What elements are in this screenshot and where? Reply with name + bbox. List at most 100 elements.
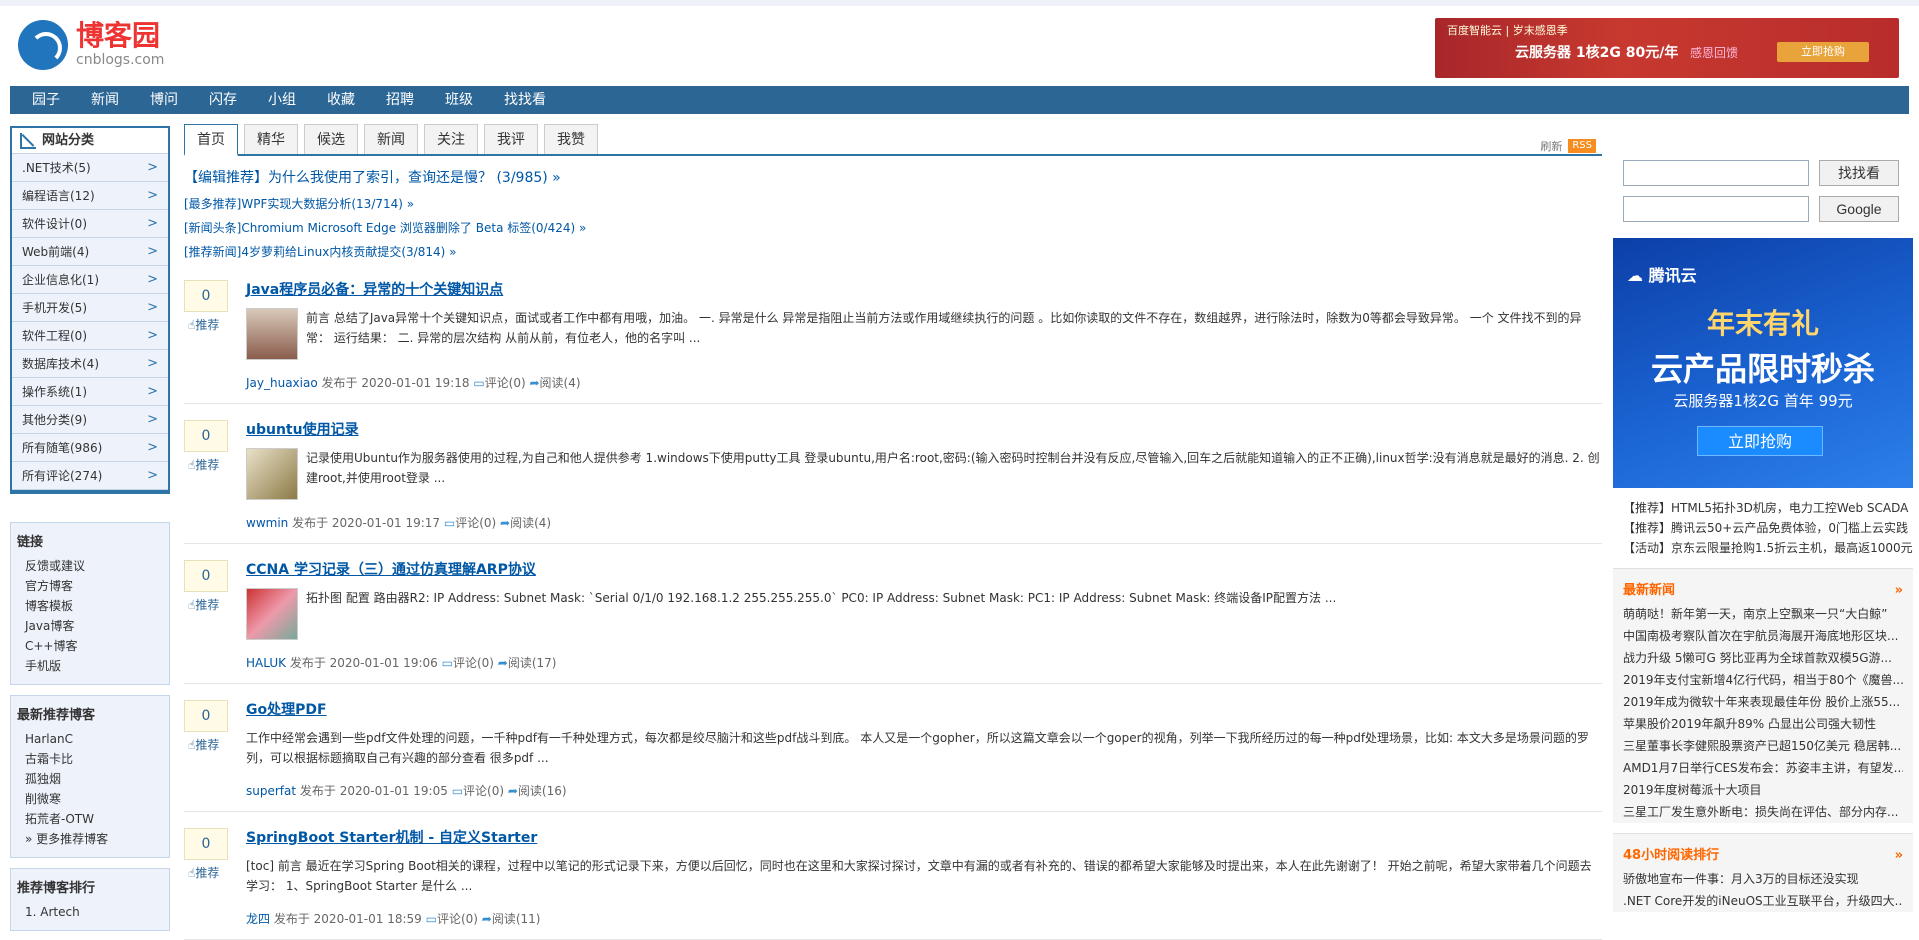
author-avatar[interactable]: [246, 448, 298, 500]
more-news-link[interactable]: »: [1895, 579, 1903, 603]
author-avatar[interactable]: [246, 588, 298, 640]
post-title[interactable]: Java程序员必备：异常的十个关键知识点: [246, 280, 1602, 300]
nav-group[interactable]: 小组: [246, 86, 305, 114]
link-item[interactable]: 手机版: [17, 656, 163, 676]
hot-item[interactable]: 骄傲地宣布一件事：月入3万的目标还没实现: [1623, 868, 1903, 890]
comment-count[interactable]: 评论(0): [453, 656, 494, 670]
post-title[interactable]: SpringBoot Starter机制 - 自定义Starter: [246, 828, 1602, 848]
nav-search[interactable]: 找找看: [482, 86, 555, 114]
news-item[interactable]: 萌萌哒！新年第一天，南京上空飘来一只“大白鲸”: [1623, 603, 1903, 625]
post-author[interactable]: superfat: [246, 784, 296, 798]
news-item[interactable]: 苹果股价2019年飙升89% 凸显出公司强大韧性: [1623, 713, 1903, 735]
nav-class[interactable]: 班级: [423, 86, 482, 114]
google-button[interactable]: Google: [1819, 196, 1899, 222]
recommend-button[interactable]: ☝推荐: [184, 736, 228, 753]
ad-buy-button[interactable]: 立即抢购: [1777, 42, 1869, 62]
category-item[interactable]: 企业信息化(1) >: [12, 266, 168, 294]
site-logo[interactable]: 博客园 cnblogs.com: [18, 20, 164, 70]
news-item[interactable]: 2019年成为微软十年来表现最佳年份 股价上涨55...: [1623, 691, 1903, 713]
blogger-item[interactable]: 拓荒者-OTW: [17, 809, 163, 829]
category-item[interactable]: 编程语言(12) >: [12, 182, 168, 210]
comment-count[interactable]: 评论(0): [485, 376, 526, 390]
refresh-link[interactable]: 刷新: [1540, 138, 1562, 154]
sponsor-link[interactable]: 【推荐】腾讯云50+云产品免费体验，0门槛上云实践: [1623, 518, 1913, 538]
post-author[interactable]: HALUK: [246, 656, 286, 670]
tab-follow[interactable]: 关注: [424, 124, 478, 154]
more-hot-link[interactable]: »: [1895, 844, 1903, 868]
nav-job[interactable]: 招聘: [364, 86, 423, 114]
search-button[interactable]: 找找看: [1819, 160, 1899, 186]
category-item[interactable]: 手机开发(5) >: [12, 294, 168, 322]
blogger-item[interactable]: 孤独烟: [17, 769, 163, 789]
nav-ing[interactable]: 闪存: [187, 86, 246, 114]
sponsor-link[interactable]: 【推荐】HTML5拓扑3D机房，电力工控Web SCADA: [1623, 498, 1913, 518]
rank-item[interactable]: 1. Artech: [17, 902, 163, 922]
tab-candidate[interactable]: 候选: [304, 124, 358, 154]
hot-item[interactable]: .NET Core开发的iNeuOS工业互联平台，升级四大...: [1623, 890, 1903, 912]
recommend-button[interactable]: ☝推荐: [184, 456, 228, 473]
read-count[interactable]: 阅读(4): [540, 376, 581, 390]
editor-pick[interactable]: 【编辑推荐】为什么我使用了索引，查询还是慢？ (3/985) »: [184, 164, 1602, 192]
tab-my-likes[interactable]: 我赞: [544, 124, 598, 154]
nav-fav[interactable]: 收藏: [305, 86, 364, 114]
top-banner-ad[interactable]: 百度智能云 | 岁末感恩季 云服务器 1核2G 80元/年 感恩回馈 立即抢购: [1435, 18, 1899, 78]
category-item[interactable]: 数据库技术(4) >: [12, 350, 168, 378]
tab-my-comments[interactable]: 我评: [484, 124, 538, 154]
category-item[interactable]: 所有随笔(986) >: [12, 434, 168, 462]
category-item[interactable]: 操作系统(1) >: [12, 378, 168, 406]
news-item[interactable]: 中国南极考察队首次在宇航员海展开海底地形区块...: [1623, 625, 1903, 647]
read-count[interactable]: 阅读(11): [492, 912, 541, 926]
pick-item[interactable]: [新闻头条]Chromium Microsoft Edge 浏览器删除了 Bet…: [184, 216, 1602, 240]
nav-qa[interactable]: 博问: [128, 86, 187, 114]
post-title[interactable]: ubuntu使用记录: [246, 420, 1602, 440]
search-input[interactable]: [1623, 160, 1809, 186]
author-avatar[interactable]: [246, 308, 298, 360]
comment-count[interactable]: 评论(0): [463, 784, 504, 798]
pick-item[interactable]: [推荐新闻]4岁萝莉给Linux内核贡献提交(3/814) »: [184, 240, 1602, 264]
link-item[interactable]: C++博客: [17, 636, 163, 656]
category-item[interactable]: .NET技术(5) >: [12, 154, 168, 182]
post-author[interactable]: wwmin: [246, 516, 288, 530]
ad-buy-button[interactable]: 立即抢购: [1697, 426, 1823, 456]
more-bloggers-link[interactable]: » 更多推荐博客: [17, 829, 163, 849]
blogger-item[interactable]: 古霜卡比: [17, 749, 163, 769]
post-title[interactable]: Go处理PDF: [246, 700, 1602, 720]
google-search-input[interactable]: [1623, 196, 1809, 222]
news-item[interactable]: AMD1月7日举行CES发布会：苏姿丰主讲，有望发...: [1623, 757, 1903, 779]
tab-home[interactable]: 首页: [184, 124, 238, 156]
category-item[interactable]: 软件设计(0) >: [12, 210, 168, 238]
comment-count[interactable]: 评论(0): [455, 516, 496, 530]
recommend-button[interactable]: ☝推荐: [184, 316, 228, 333]
blogger-item[interactable]: 削微寒: [17, 789, 163, 809]
category-item[interactable]: 软件工程(0) >: [12, 322, 168, 350]
link-item[interactable]: 反馈或建议: [17, 556, 163, 576]
news-item[interactable]: 2019年支付宝新增4亿行代码，相当于80个《魔兽...: [1623, 669, 1903, 691]
post-author[interactable]: 龙四: [246, 912, 270, 926]
read-count[interactable]: 阅读(17): [508, 656, 557, 670]
comment-count[interactable]: 评论(0): [437, 912, 478, 926]
news-item[interactable]: 三星董事长李健熙股票资产已超150亿美元 稳居韩...: [1623, 735, 1903, 757]
recommend-button[interactable]: ☝推荐: [184, 596, 228, 613]
news-item[interactable]: 战力升级 5懒可G 努比亚再为全球首款双模5G游...: [1623, 647, 1903, 669]
link-item[interactable]: Java博客: [17, 616, 163, 636]
tab-news[interactable]: 新闻: [364, 124, 418, 154]
nav-home[interactable]: 园子: [10, 86, 69, 114]
pick-item[interactable]: [最多推荐]WPF实现大数据分析(13/714) »: [184, 192, 1602, 216]
recommend-button[interactable]: ☝推荐: [184, 864, 228, 881]
link-item[interactable]: 官方博客: [17, 576, 163, 596]
tab-pick[interactable]: 精华: [244, 124, 298, 154]
sponsor-link[interactable]: 【活动】京东云限量抢购1.5折云主机，最高返1000元: [1623, 538, 1913, 558]
post-title[interactable]: CCNA 学习记录（三）通过仿真理解ARP协议: [246, 560, 1602, 580]
news-item[interactable]: 2019年度树莓派十大项目: [1623, 779, 1903, 801]
link-item[interactable]: 博客模板: [17, 596, 163, 616]
nav-news[interactable]: 新闻: [69, 86, 128, 114]
category-item[interactable]: Web前端(4) >: [12, 238, 168, 266]
blogger-item[interactable]: HarlanC: [17, 729, 163, 749]
rss-icon[interactable]: RSS: [1568, 139, 1596, 153]
read-count[interactable]: 阅读(4): [510, 516, 551, 530]
news-item[interactable]: 三星工厂发生意外断电：损失尚在评估、部分内存...: [1623, 801, 1903, 823]
category-item[interactable]: 其他分类(9) >: [12, 406, 168, 434]
tencent-cloud-ad[interactable]: ☁ 腾讯云 年末有礼 云产品限时秒杀 云服务器1核2G 首年 99元 立即抢购: [1613, 238, 1913, 488]
post-author[interactable]: Jay_huaxiao: [246, 376, 318, 390]
category-item[interactable]: 所有评论(274) >: [12, 462, 168, 490]
